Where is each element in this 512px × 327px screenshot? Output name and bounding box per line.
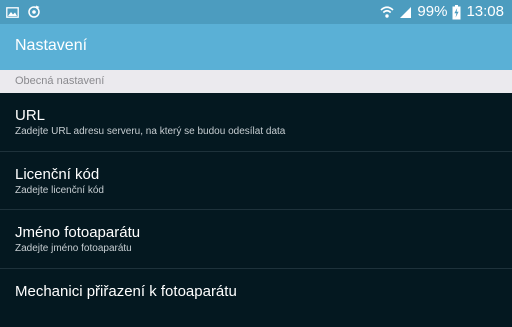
status-bar: 99% 13:08	[0, 0, 512, 24]
action-bar: Nastavení	[0, 24, 512, 70]
status-bar-right: 99% 13:08	[380, 0, 504, 24]
setting-camera-name[interactable]: Jméno fotoaparátu Zadejte jméno fotoapar…	[0, 210, 512, 268]
clock: 13:08	[466, 3, 504, 20]
setting-title: Licenční kód	[15, 166, 100, 183]
image-icon	[6, 6, 19, 18]
sync-icon	[28, 5, 40, 18]
setting-title: URL	[15, 107, 46, 124]
status-bar-left	[6, 4, 41, 20]
page-title: Nastavení	[15, 37, 88, 54]
battery-percent: 99%	[417, 3, 448, 20]
section-header: Obecná nastavení	[0, 70, 512, 93]
wifi-icon	[380, 6, 394, 18]
setting-summary: Zadejte URL adresu serveru, na který se …	[15, 126, 286, 137]
setting-url[interactable]: URL Zadejte URL adresu serveru, na který…	[0, 93, 512, 151]
signal-icon	[400, 6, 412, 18]
setting-title: Jméno fotoaparátu	[15, 224, 141, 241]
setting-license-code[interactable]: Licenční kód Zadejte licenční kód	[0, 152, 512, 210]
setting-assigned-mechanics[interactable]: Mechanici přiřazení k fotoaparátu	[0, 269, 512, 327]
battery-charging-icon	[452, 4, 461, 19]
setting-summary: Zadejte licenční kód	[15, 185, 104, 196]
section-label: Obecná nastavení	[15, 75, 105, 87]
setting-summary: Zadejte jméno fotoaparátu	[15, 243, 132, 254]
setting-title: Mechanici přiřazení k fotoaparátu	[15, 283, 237, 300]
